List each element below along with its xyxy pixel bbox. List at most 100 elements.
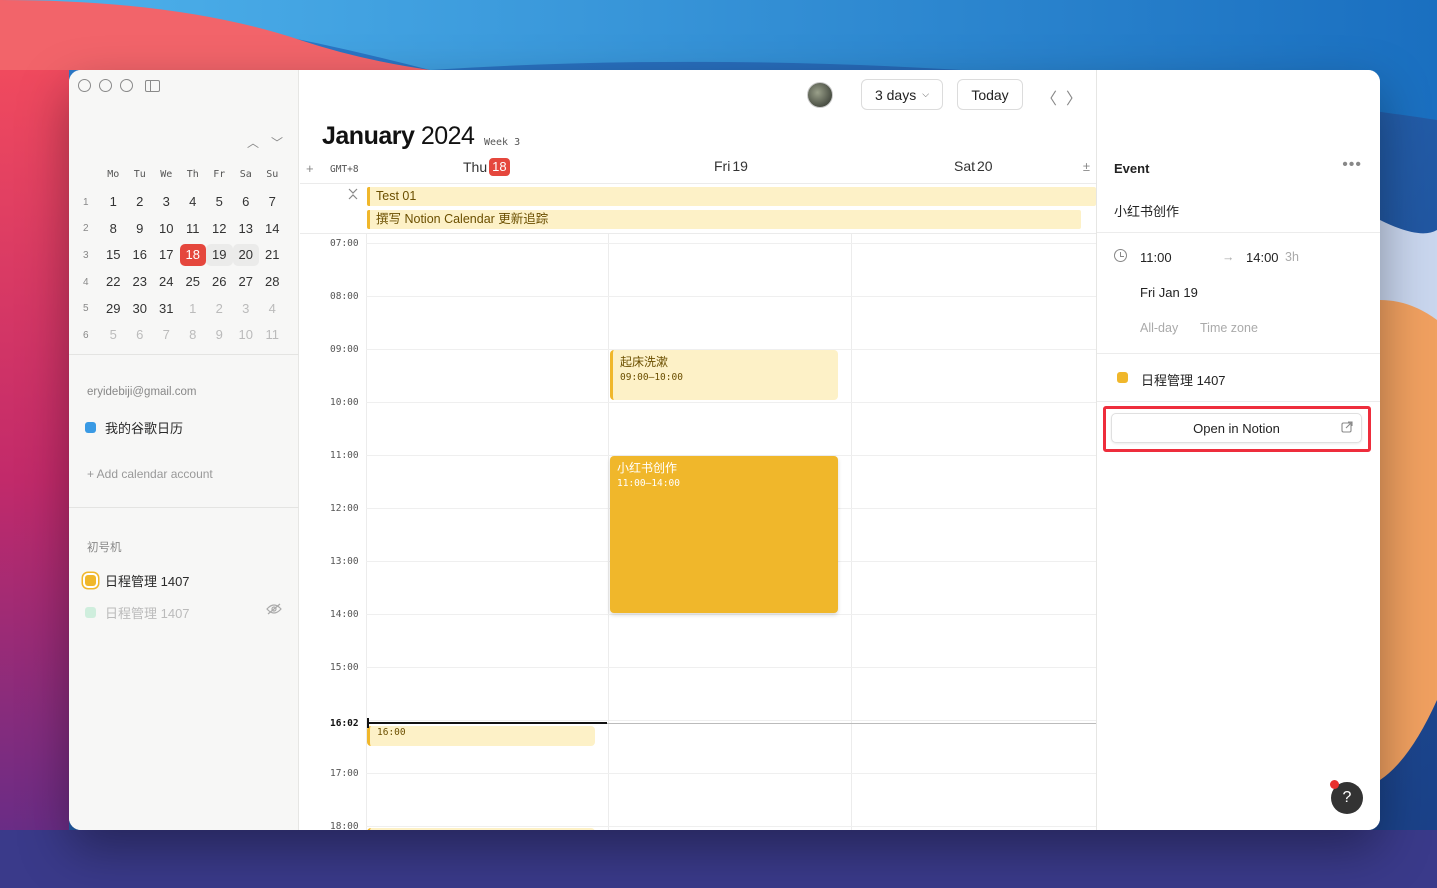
mini-calendar-day[interactable]: 5 bbox=[206, 191, 233, 213]
calendar-item-schedule-hidden[interactable]: 日程管理 1407 bbox=[85, 603, 190, 622]
mini-calendar-day[interactable]: 15 bbox=[100, 244, 127, 266]
mini-calendar-day[interactable]: 4 bbox=[180, 191, 207, 213]
week-number: 3 bbox=[83, 249, 89, 261]
mini-calendar-day-next-month[interactable]: 6 bbox=[127, 324, 154, 346]
mini-calendar-day[interactable]: 25 bbox=[180, 271, 207, 293]
mini-calendar-day-next-month[interactable]: 3 bbox=[233, 298, 260, 320]
chevron-left-icon[interactable]: 〈 bbox=[1041, 85, 1057, 109]
timezone-label: GMT+8 bbox=[330, 164, 359, 175]
mini-calendar-day[interactable]: 21 bbox=[259, 244, 286, 266]
day-header-thu[interactable]: Thu 18 bbox=[463, 158, 510, 176]
current-time-line-other-days bbox=[607, 723, 1096, 724]
mini-calendar-day[interactable]: 16 bbox=[127, 244, 154, 266]
week-label: Week 3 bbox=[484, 137, 521, 148]
chevron-down-icon[interactable]: ﹀ bbox=[271, 134, 283, 151]
hour-line bbox=[366, 614, 1096, 615]
calendar-event[interactable]: 16:00 bbox=[367, 726, 595, 746]
day-header-sat[interactable]: Sat 20 bbox=[954, 158, 993, 174]
mini-calendar-day[interactable]: 23 bbox=[127, 271, 154, 293]
mini-calendar-day[interactable]: 24 bbox=[153, 271, 180, 293]
day-header-fri[interactable]: Fri 19 bbox=[714, 158, 748, 174]
mini-calendar-week: 2 8 9 10 11 12 13 14 bbox=[83, 215, 286, 242]
open-in-notion-label: Open in Notion bbox=[1193, 420, 1280, 436]
mini-calendar-day[interactable]: 31 bbox=[153, 298, 180, 320]
divider bbox=[300, 183, 1096, 184]
hour-line bbox=[366, 720, 1096, 721]
event-calendar-selector[interactable]: 日程管理 1407 bbox=[1141, 370, 1226, 389]
weekday-label: Fr bbox=[213, 169, 226, 181]
mini-calendar-day[interactable]: 6 bbox=[233, 191, 260, 213]
timezone-toggle[interactable]: Time zone bbox=[1200, 321, 1258, 335]
today-button[interactable]: Today bbox=[957, 79, 1023, 110]
mini-calendar-day-next-month[interactable]: 2 bbox=[206, 298, 233, 320]
allday-event[interactable]: Test 01 bbox=[367, 187, 1096, 206]
mini-calendar-day[interactable]: 30 bbox=[127, 298, 154, 320]
divider bbox=[1097, 353, 1380, 354]
view-selector-button[interactable]: 3 days ⌵ bbox=[861, 79, 943, 110]
mini-calendar-day-next-month[interactable]: 9 bbox=[206, 324, 233, 346]
current-time-line bbox=[367, 722, 607, 724]
hour-line bbox=[366, 296, 1096, 297]
sidebar-toggle-icon[interactable] bbox=[145, 79, 160, 92]
mini-calendar-day-selected[interactable]: 20 bbox=[232, 244, 259, 267]
open-in-notion-button[interactable]: Open in Notion bbox=[1111, 413, 1362, 443]
calendar-event[interactable]: 起床洗漱 09:00–10:00 bbox=[610, 350, 838, 400]
grid-column-line bbox=[851, 234, 852, 830]
mini-calendar-day[interactable]: 1 bbox=[100, 191, 127, 213]
allday-event[interactable]: 撰写 Notion Calendar 更新追踪 bbox=[367, 210, 1081, 229]
zoom-window-button[interactable] bbox=[120, 79, 133, 92]
close-window-button[interactable] bbox=[78, 79, 91, 92]
mini-calendar-day[interactable]: 3 bbox=[153, 191, 180, 213]
calendar-event-selected[interactable]: 小红书创作 11:00–14:00 bbox=[610, 456, 838, 613]
add-calendar-account-button[interactable]: + Add calendar account bbox=[87, 467, 213, 481]
notification-dot bbox=[1330, 780, 1339, 789]
mini-calendar-day[interactable]: 11 bbox=[180, 218, 207, 240]
event-name-field[interactable]: 小红书创作 bbox=[1114, 201, 1179, 220]
plus-minus-icon[interactable]: ± bbox=[1083, 159, 1090, 174]
mini-calendar-day[interactable]: 17 bbox=[153, 244, 180, 266]
mini-calendar-day[interactable]: 28 bbox=[259, 271, 286, 293]
mini-calendar-day-next-month[interactable]: 5 bbox=[100, 324, 127, 346]
mini-calendar-day-selected[interactable]: 19 bbox=[206, 244, 233, 267]
mini-calendar-day-next-month[interactable]: 4 bbox=[259, 298, 286, 320]
mini-calendar-day-next-month[interactable]: 8 bbox=[180, 324, 207, 346]
mini-calendar-day-next-month[interactable]: 1 bbox=[180, 298, 207, 320]
mini-calendar-day-next-month[interactable]: 7 bbox=[153, 324, 180, 346]
event-date[interactable]: Fri Jan 19 bbox=[1140, 285, 1198, 300]
highlight-box: Open in Notion bbox=[1103, 406, 1371, 452]
mini-calendar-day[interactable]: 12 bbox=[206, 218, 233, 240]
eye-slash-icon[interactable] bbox=[266, 603, 282, 618]
more-options-icon[interactable]: ••• bbox=[1342, 156, 1362, 174]
mini-calendar-day[interactable]: 26 bbox=[206, 271, 233, 293]
calendar-item-schedule[interactable]: 日程管理 1407 bbox=[85, 571, 190, 590]
mini-calendar-day[interactable]: 13 bbox=[233, 218, 260, 240]
mini-calendar-day[interactable]: 14 bbox=[259, 218, 286, 240]
event-start-time[interactable]: 11:00 bbox=[1140, 250, 1172, 265]
mini-calendar-day[interactable]: 8 bbox=[100, 218, 127, 240]
mini-calendar-day-next-month[interactable]: 10 bbox=[233, 324, 260, 346]
calendar-item-label: 我的谷歌日历 bbox=[105, 421, 184, 436]
user-avatar[interactable] bbox=[807, 82, 833, 108]
mini-calendar-day[interactable]: 22 bbox=[100, 271, 127, 293]
arrow-right-icon: → bbox=[1222, 250, 1235, 264]
minimize-window-button[interactable] bbox=[99, 79, 112, 92]
calendar-event[interactable] bbox=[367, 828, 595, 830]
allday-toggle[interactable]: All-day bbox=[1140, 321, 1178, 335]
mini-calendar-today[interactable]: 18 bbox=[179, 244, 206, 267]
week-number: 5 bbox=[83, 303, 89, 315]
mini-calendar-day[interactable]: 2 bbox=[127, 191, 154, 213]
mini-calendar-day[interactable]: 27 bbox=[233, 271, 260, 293]
event-end-time[interactable]: 14:00 bbox=[1246, 250, 1279, 265]
add-timezone-icon[interactable]: + bbox=[306, 161, 314, 176]
chevron-right-icon[interactable]: 〉 bbox=[1066, 85, 1082, 109]
calendar-color-swatch bbox=[1117, 372, 1128, 383]
day-name: Sat bbox=[954, 158, 976, 174]
calendar-item-google[interactable]: 我的谷歌日历 bbox=[85, 418, 183, 437]
collapse-allday-icon[interactable] bbox=[348, 188, 358, 203]
mini-calendar-day[interactable]: 9 bbox=[127, 218, 154, 240]
chevron-up-icon[interactable]: ︿ bbox=[247, 134, 259, 151]
mini-calendar-day[interactable]: 10 bbox=[153, 218, 180, 240]
mini-calendar-day-next-month[interactable]: 11 bbox=[259, 324, 286, 346]
mini-calendar-day[interactable]: 7 bbox=[259, 191, 286, 213]
mini-calendar-day[interactable]: 29 bbox=[100, 298, 127, 320]
